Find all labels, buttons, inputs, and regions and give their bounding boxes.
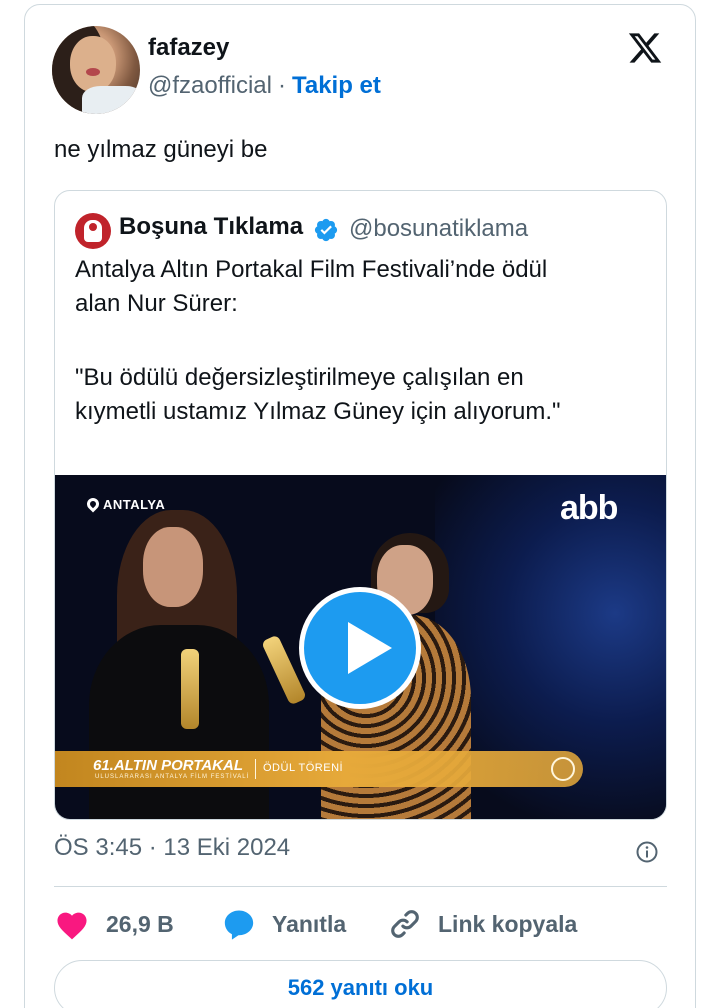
author-handle[interactable]: @fzaofficial (148, 72, 272, 99)
read-replies-button[interactable]: 562 yanıtı oku (54, 960, 667, 1008)
like-button[interactable]: 26,9 B (54, 904, 174, 944)
follow-button[interactable]: Takip et (292, 72, 381, 99)
location-label: ANTALYA (84, 495, 165, 513)
festival-banner: 61.ALTIN PORTAKAL ULUSLARARASI ANTALYA F… (55, 751, 583, 787)
verified-badge-icon (314, 218, 338, 242)
divider (54, 886, 667, 887)
tweet-text: ne yılmaz güneyi be (54, 136, 268, 163)
quoted-author-avatar[interactable] (75, 213, 111, 249)
copy-link-button[interactable]: Link kopyala (388, 904, 577, 944)
quoted-text-line: alan Nur Sürer: (75, 290, 238, 317)
quoted-text-line: "Bu ödülü değersizleştirilmeye çalışılan… (75, 364, 524, 391)
x-logo-icon[interactable] (626, 30, 664, 66)
channel-logo: abb (560, 489, 618, 527)
banner-subtitle: ULUSLARARASI ANTALYA FİLM FESTİVALİ (95, 774, 250, 780)
like-count: 26,9 B (106, 910, 174, 937)
info-icon[interactable] (635, 840, 659, 864)
link-icon (391, 910, 419, 938)
author-handle-row: @fzaofficial · Takip et (148, 72, 381, 100)
author-display-name[interactable]: fafazey (148, 34, 229, 62)
reply-label: Yanıtla (272, 910, 347, 937)
quoted-author-name[interactable]: Boşuna Tıklama (119, 213, 303, 241)
quoted-tweet[interactable]: Boşuna Tıklama @bosunatiklama Antalya Al… (54, 190, 667, 820)
quoted-text-line: Antalya Altın Portakal Film Festivali’nd… (75, 256, 548, 283)
banner-title: 61.ALTIN PORTAKAL (93, 757, 244, 774)
festival-emblem-icon (551, 757, 575, 781)
author-avatar[interactable] (52, 26, 140, 114)
play-icon (348, 622, 392, 674)
tweet-timestamp[interactable]: ÖS 3:45 · 13 Eki 2024 (54, 834, 290, 862)
action-bar: 26,9 B Yanıtla Link kopyala (54, 904, 667, 944)
heart-icon (57, 912, 87, 940)
location-pin-icon (84, 495, 102, 513)
banner-caption: ÖDÜL TÖRENİ (263, 762, 344, 774)
quoted-text-line: kıymetli ustamız Yılmaz Güney için alıyo… (75, 398, 561, 425)
video-thumbnail[interactable]: ANTALYA abb 61.ALTIN PORTAKAL ULUSLARARA… (55, 475, 666, 819)
reply-bubble-icon (224, 910, 254, 940)
reply-button[interactable]: Yanıtla (222, 904, 346, 944)
copy-link-label: Link kopyala (438, 910, 578, 937)
play-button[interactable] (299, 587, 421, 709)
trophy-icon (181, 649, 199, 729)
separator-dot: · (277, 72, 286, 99)
read-replies-label: 562 yanıtı oku (287, 975, 434, 1000)
quoted-author-handle[interactable]: @bosunatiklama (349, 215, 528, 243)
banner-divider (255, 759, 256, 779)
